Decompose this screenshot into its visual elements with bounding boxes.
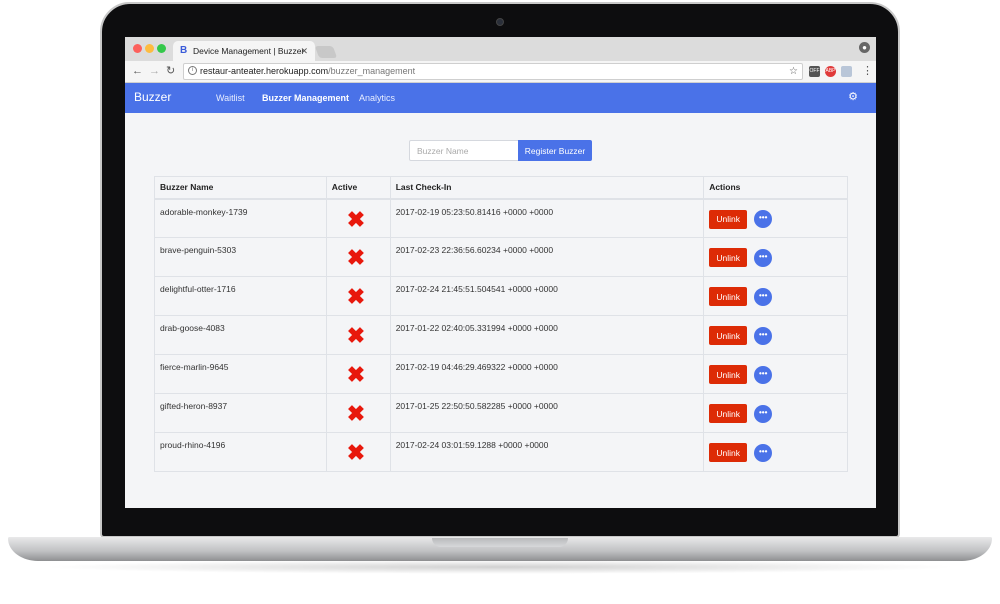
actions-cell: Unlink ••• (703, 393, 848, 433)
active-cell: ✖ (325, 432, 391, 472)
webcam-icon (496, 18, 504, 26)
extension-page-icon[interactable] (841, 66, 852, 77)
reload-icon[interactable]: ↻ (166, 64, 175, 78)
unlink-button[interactable]: Unlink (709, 326, 748, 345)
unlink-button[interactable]: Unlink (709, 365, 748, 384)
app-navbar: Buzzer Waitlist Buzzer Management Analyt… (125, 83, 876, 113)
actions-cell: Unlink ••• (703, 315, 848, 355)
unlink-button[interactable]: Unlink (709, 404, 748, 423)
table-row: drab-goose-4083 ✖ 2017-01-22 02:40:05.33… (154, 315, 848, 355)
table-row: proud-rhino-4196 ✖ 2017-02-24 03:01:59.1… (154, 432, 848, 472)
inactive-x-icon: ✖ (346, 206, 366, 232)
header-active: Active (325, 176, 391, 200)
back-arrow-icon[interactable]: ← (132, 64, 143, 78)
screen: B Device Management | Buzzer ✕ ● ← → ↻ i… (125, 37, 876, 508)
buzzer-name-cell: drab-goose-4083 (154, 315, 327, 355)
unlink-button[interactable]: Unlink (709, 287, 748, 306)
unlink-button[interactable]: Unlink (709, 443, 748, 462)
buzzer-name-cell: brave-penguin-5303 (154, 237, 327, 277)
address-bar[interactable]: i restaur-anteater.herokuapp.com/buzzer_… (183, 63, 803, 80)
browser-menu-icon[interactable]: ⋮ (862, 64, 873, 78)
more-options-icon[interactable]: ••• (754, 443, 773, 462)
bookmark-star-icon[interactable]: ☆ (789, 64, 798, 79)
register-buzzer-button[interactable]: Register Buzzer (518, 140, 592, 161)
browser-toolbar: ← → ↻ i restaur-anteater.herokuapp.com/b… (125, 61, 876, 83)
buzzer-name-cell: delightful-otter-1716 (154, 276, 327, 316)
last-checkin-cell: 2017-02-19 05:23:50.81416 +0000 +0000 (389, 198, 705, 238)
brand-logo[interactable]: Buzzer (134, 90, 171, 104)
buzzer-name-cell: fierce-marlin-9645 (154, 354, 327, 394)
active-cell: ✖ (325, 393, 391, 433)
active-cell: ✖ (325, 237, 391, 277)
inactive-x-icon: ✖ (346, 323, 366, 348)
info-icon[interactable]: i (188, 66, 197, 75)
unlink-button[interactable]: Unlink (709, 209, 748, 229)
close-window-button[interactable] (133, 44, 142, 53)
new-tab-button[interactable] (314, 46, 338, 58)
table-row: fierce-marlin-9645 ✖ 2017-02-19 04:46:29… (154, 354, 848, 394)
url-host: restaur-anteater.herokuapp.com (200, 66, 329, 76)
actions-cell: Unlink ••• (703, 237, 848, 277)
active-cell: ✖ (325, 354, 391, 394)
more-options-icon[interactable]: ••• (754, 287, 773, 306)
gear-icon[interactable]: ⚙ (848, 91, 858, 103)
more-options-icon[interactable]: ••• (754, 404, 773, 423)
table-header-row: Buzzer Name Active Last Check-In Actions (154, 176, 848, 200)
actions-cell: Unlink ••• (703, 432, 848, 472)
url-path: /buzzer_management (328, 66, 416, 76)
buzzer-name-cell: gifted-heron-8937 (154, 393, 327, 433)
inactive-x-icon: ✖ (346, 284, 366, 309)
more-options-icon[interactable]: ••• (754, 326, 773, 345)
nav-buzzer-management[interactable]: Buzzer Management (262, 93, 349, 103)
actions-cell: Unlink ••• (703, 198, 848, 238)
last-checkin-cell: 2017-01-22 02:40:05.331994 +0000 +0000 (389, 315, 705, 355)
browser-tabstrip: B Device Management | Buzzer ✕ ● (125, 37, 876, 61)
tab-close-icon[interactable]: ✕ (300, 41, 308, 61)
last-checkin-cell: 2017-01-25 22:50:50.582285 +0000 +0000 (389, 393, 705, 433)
inactive-x-icon: ✖ (346, 440, 366, 465)
more-options-icon[interactable]: ••• (754, 248, 773, 267)
header-buzzer-name: Buzzer Name (154, 176, 327, 200)
inactive-x-icon: ✖ (346, 245, 366, 270)
extension-off-icon[interactable]: OFF (809, 66, 820, 77)
table-row: adorable-monkey-1739 ✖ 2017-02-19 05:23:… (154, 198, 848, 238)
tab-title: Device Management | Buzzer (193, 46, 305, 56)
nav-waitlist[interactable]: Waitlist (216, 93, 245, 103)
table-body: adorable-monkey-1739 ✖ 2017-02-19 05:23:… (154, 198, 848, 472)
inactive-x-icon: ✖ (346, 401, 366, 426)
buzzer-name-cell: proud-rhino-4196 (154, 432, 327, 472)
active-cell: ✖ (325, 276, 391, 316)
nav-analytics[interactable]: Analytics (359, 93, 395, 103)
maximize-window-button[interactable] (157, 44, 166, 53)
laptop-shadow (40, 560, 960, 574)
table-row: delightful-otter-1716 ✖ 2017-02-24 21:45… (154, 276, 848, 316)
favicon-icon: B (180, 45, 188, 56)
last-checkin-cell: 2017-02-19 04:46:29.469322 +0000 +0000 (389, 354, 705, 394)
header-actions: Actions (703, 176, 848, 200)
more-options-icon[interactable]: ••• (754, 210, 773, 228)
more-options-icon[interactable]: ••• (754, 365, 773, 384)
table-row: gifted-heron-8937 ✖ 2017-01-25 22:50:50.… (154, 393, 848, 433)
minimize-window-button[interactable] (145, 44, 154, 53)
actions-cell: Unlink ••• (703, 354, 848, 394)
active-cell: ✖ (325, 315, 391, 355)
adblock-icon[interactable]: ABP (825, 66, 836, 77)
forward-arrow-icon[interactable]: → (149, 64, 160, 78)
actions-cell: Unlink ••• (703, 276, 848, 316)
buzzer-name-input[interactable] (409, 140, 519, 161)
active-cell: ✖ (325, 198, 391, 238)
table-row: brave-penguin-5303 ✖ 2017-02-23 22:36:56… (154, 237, 848, 277)
browser-tab[interactable]: B Device Management | Buzzer ✕ (173, 41, 315, 61)
buzzer-table: Buzzer Name Active Last Check-In Actions… (154, 176, 848, 472)
unlink-button[interactable]: Unlink (709, 248, 748, 267)
buzzer-name-cell: adorable-monkey-1739 (154, 198, 327, 238)
last-checkin-cell: 2017-02-24 21:45:51.504541 +0000 +0000 (389, 276, 705, 316)
profile-icon[interactable]: ● (859, 42, 870, 53)
laptop-notch (432, 538, 568, 547)
inactive-x-icon: ✖ (346, 362, 366, 387)
last-checkin-cell: 2017-02-24 03:01:59.1288 +0000 +0000 (389, 432, 705, 472)
last-checkin-cell: 2017-02-23 22:36:56.60234 +0000 +0000 (389, 237, 705, 277)
header-last-checkin: Last Check-In (389, 176, 705, 200)
